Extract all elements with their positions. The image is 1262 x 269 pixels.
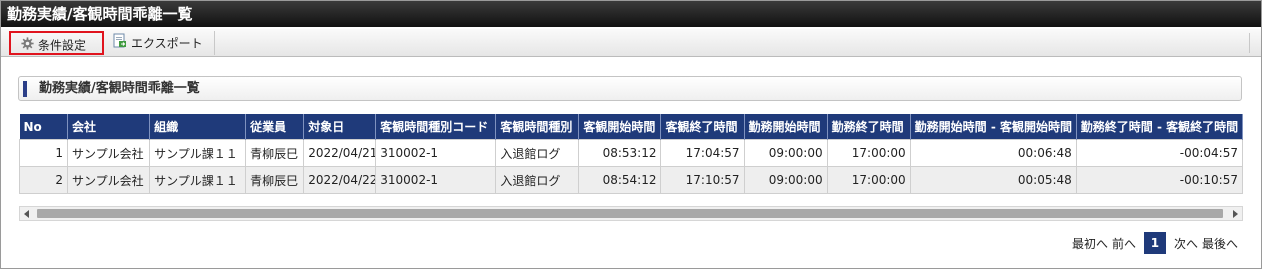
window-frame: 勤務実績/客観時間乖離一覧 条件設定 エクスポート 勤務実績/客観時間乖離一覧 … (0, 0, 1262, 269)
cell-work-start: 09:00:00 (743, 139, 828, 167)
toolbar: 条件設定 エクスポート (1, 29, 1261, 57)
cell-company: サンプル会社 (67, 139, 151, 167)
first-page-link[interactable]: 最初へ (1072, 235, 1108, 252)
current-page[interactable]: 1 (1143, 232, 1166, 254)
cell-organization: サンプル課１１ (149, 139, 247, 167)
cell-type: 入退館ログ (495, 139, 580, 167)
cell-work-start: 09:00:00 (743, 166, 828, 194)
cell-end-diff: -00:10:57 (1075, 166, 1244, 194)
cell-employee: 青柳辰巳 (245, 166, 305, 194)
cell-objective-start: 08:54:12 (578, 166, 662, 194)
cell-objective-end: 17:10:57 (660, 166, 745, 194)
cell-target-date: 2022/04/22 (303, 166, 377, 194)
cell-target-date: 2022/04/21 (303, 139, 377, 167)
table-row[interactable]: 1 サンプル会社 サンプル課１１ 青柳辰巳 2022/04/21 310002-… (18, 139, 1244, 167)
cell-organization: サンプル課１１ (149, 166, 247, 194)
last-page-link[interactable]: 最後へ (1202, 235, 1238, 252)
cell-no: 2 (18, 166, 69, 194)
export-document-icon (113, 32, 127, 56)
table-row[interactable]: 2 サンプル会社 サンプル課１１ 青柳辰巳 2022/04/22 310002-… (18, 166, 1244, 194)
scroll-left-icon[interactable] (24, 210, 29, 218)
column-header[interactable]: 客観時間種別 (495, 114, 580, 140)
condition-settings-button[interactable]: 条件設定 (9, 31, 104, 55)
scroll-right-icon[interactable] (1233, 210, 1238, 218)
column-header[interactable]: 勤務開始時間 - 客観開始時間 (910, 114, 1077, 140)
prev-page-link[interactable]: 前へ (1112, 235, 1136, 252)
divergence-table: No 会社 組織 従業員 対象日 客観時間種別コード 客観時間種別 客観開始時間… (18, 114, 1244, 194)
cell-start-diff: 00:05:48 (909, 166, 1077, 194)
cell-work-end: 17:00:00 (826, 139, 911, 167)
gear-icon (21, 34, 34, 58)
export-button[interactable]: エクスポート (107, 31, 215, 55)
window-title: 勤務実績/客観時間乖離一覧 (1, 1, 1261, 27)
column-header[interactable]: 会社 (67, 114, 151, 140)
cell-objective-end: 17:04:57 (660, 139, 745, 167)
table-header-row: No 会社 組織 従業員 対象日 客観時間種別コード 客観時間種別 客観開始時間… (19, 114, 1244, 140)
column-header[interactable]: 客観終了時間 (660, 114, 745, 140)
cell-type: 入退館ログ (495, 166, 580, 194)
cell-start-diff: 00:06:48 (909, 139, 1077, 167)
export-label: エクスポート (131, 36, 203, 51)
cell-type-code: 310002-1 (375, 166, 497, 194)
column-header[interactable]: 勤務終了時間 (827, 114, 911, 140)
cell-employee: 青柳辰巳 (245, 139, 305, 167)
panel-title: 勤務実績/客観時間乖離一覧 (39, 81, 200, 96)
column-header[interactable]: 客観時間種別コード (375, 114, 497, 140)
list-panel-header: 勤務実績/客観時間乖離一覧 (18, 76, 1242, 101)
column-header[interactable]: No (19, 114, 69, 140)
cell-end-diff: -00:04:57 (1075, 139, 1244, 167)
cell-no: 1 (18, 139, 69, 167)
toolbar-divider (1249, 33, 1250, 53)
column-header[interactable]: 勤務終了時間 - 客観終了時間 (1076, 114, 1244, 140)
next-page-link[interactable]: 次へ (1174, 235, 1198, 252)
column-header[interactable]: 組織 (149, 114, 247, 140)
column-header[interactable]: 勤務開始時間 (744, 114, 828, 140)
cell-objective-start: 08:53:12 (578, 139, 662, 167)
column-header[interactable]: 客観開始時間 (578, 114, 662, 140)
scrollbar-thumb[interactable] (37, 209, 1223, 218)
column-header[interactable]: 従業員 (245, 114, 305, 140)
horizontal-scrollbar[interactable] (19, 206, 1243, 221)
cell-work-end: 17:00:00 (826, 166, 911, 194)
pagination: 最初へ 前へ 1 次へ 最後へ (1072, 232, 1238, 254)
column-header[interactable]: 対象日 (303, 114, 377, 140)
condition-settings-label: 条件設定 (38, 38, 87, 53)
panel-accent-bar (23, 81, 27, 97)
cell-company: サンプル会社 (67, 166, 151, 194)
cell-type-code: 310002-1 (375, 139, 497, 167)
